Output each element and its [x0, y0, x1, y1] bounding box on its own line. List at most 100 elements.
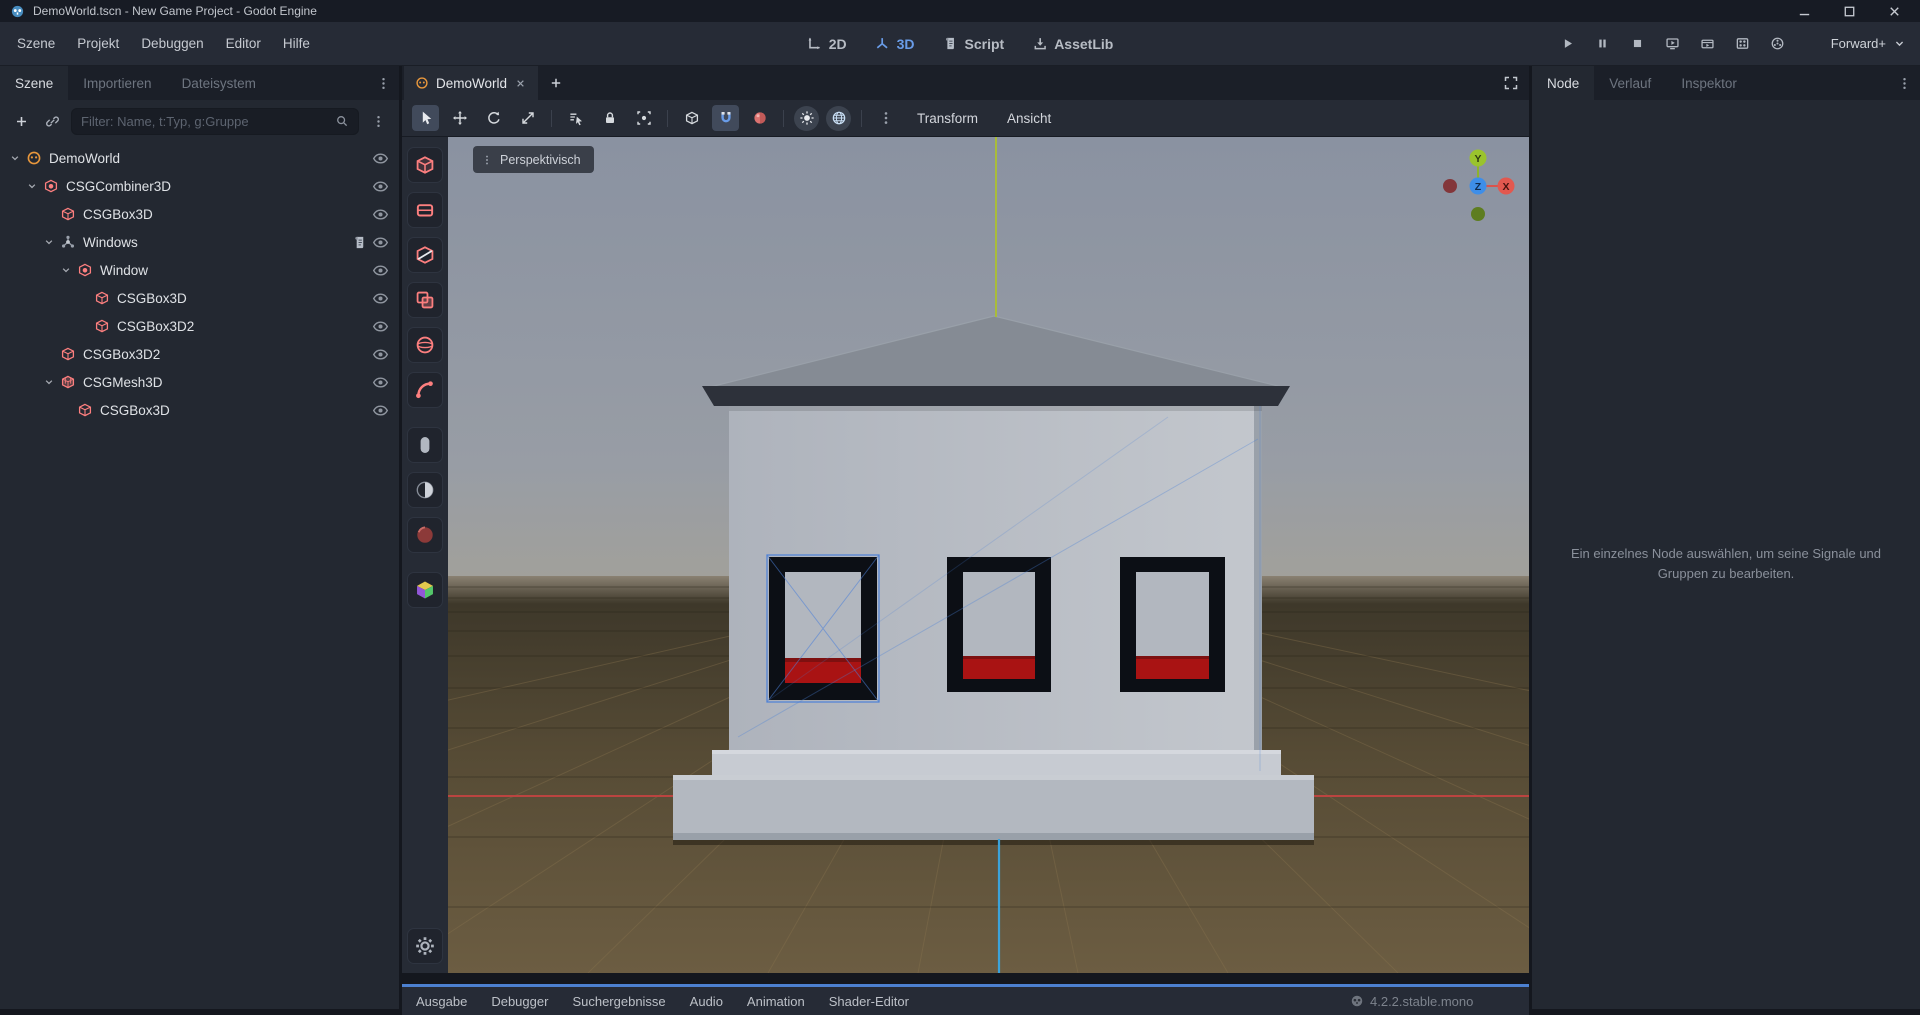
visibility-toggle[interactable] [372, 318, 389, 335]
instance-scene-button[interactable] [40, 109, 64, 133]
list-select-tool[interactable] [562, 105, 589, 131]
material-preview-tool[interactable] [407, 572, 443, 608]
csg-subtract-tool[interactable] [407, 237, 443, 273]
scene-tab-demoworld[interactable]: DemoWorld [404, 66, 538, 100]
visibility-toggle[interactable] [372, 262, 389, 279]
bottom-panel-shader-editor[interactable]: Shader-Editor [817, 994, 921, 1009]
add-node-button[interactable] [9, 109, 33, 133]
visibility-toggle[interactable] [372, 178, 389, 195]
tree-expand-arrow[interactable] [25, 180, 38, 192]
pause-button[interactable] [1591, 33, 1613, 55]
workspace-3d[interactable]: 3D [875, 36, 915, 52]
right-dock-tab-verlauf[interactable]: Verlauf [1594, 66, 1666, 100]
tree-expand-arrow[interactable] [8, 152, 21, 164]
viewport-settings-button[interactable] [407, 928, 443, 964]
visibility-toggle[interactable] [372, 346, 389, 363]
tree-row-csgbox3d2[interactable]: CSGBox3D2 [0, 312, 399, 340]
tree-row-csgbox3d[interactable]: CSGBox3D [0, 396, 399, 424]
workspace-2d[interactable]: 2D [807, 36, 847, 52]
group-selected-button[interactable] [630, 105, 657, 131]
menu-hilfe[interactable]: Hilfe [272, 30, 321, 57]
close-window-button[interactable] [1887, 4, 1902, 19]
viewport-menu-transform[interactable]: Transform [906, 106, 989, 131]
minimize-button[interactable] [1797, 4, 1812, 19]
script-icon[interactable] [352, 235, 367, 250]
viewport-menu-ansicht[interactable]: Ansicht [996, 106, 1062, 131]
rotate-tool[interactable] [480, 105, 507, 131]
tree-expand-arrow[interactable] [42, 236, 55, 248]
menu-editor[interactable]: Editor [215, 30, 272, 57]
scene-filter-input[interactable]: Filter: Name, t:Typ, g:Gruppe [71, 108, 359, 135]
csg-combine-tool[interactable] [407, 282, 443, 318]
bottom-panel-audio[interactable]: Audio [678, 994, 735, 1009]
left-dock-menu[interactable] [376, 66, 399, 100]
csg-sphere-tool[interactable] [407, 327, 443, 363]
tree-row-csgbox3d[interactable]: CSGBox3D [0, 284, 399, 312]
right-dock-menu[interactable] [1897, 66, 1920, 100]
tree-row-csgmesh3d[interactable]: CSGMesh3D [0, 368, 399, 396]
maximize-button[interactable] [1842, 4, 1857, 19]
lock-selected-button[interactable] [596, 105, 623, 131]
preview-sun-toggle[interactable] [794, 106, 819, 131]
left-dock-tab-dateisystem[interactable]: Dateisystem [167, 66, 271, 100]
snap-toggle[interactable] [712, 105, 739, 131]
viewport-canvas[interactable]: Y Z X [448, 137, 1529, 973]
csg-mesh-icon [60, 374, 76, 390]
play-button[interactable] [1556, 33, 1578, 55]
capsule-tool[interactable] [407, 427, 443, 463]
tree-expand-arrow[interactable] [42, 376, 55, 388]
left-dock-tab-importieren[interactable]: Importieren [68, 66, 166, 100]
visibility-toggle[interactable] [372, 402, 389, 419]
scale-tool[interactable] [514, 105, 541, 131]
sphere-tool[interactable] [407, 517, 443, 553]
movie-maker-button[interactable] [1731, 33, 1753, 55]
csg-panel-tool[interactable] [407, 192, 443, 228]
perspective-menu[interactable]: Perspektivisch [473, 146, 594, 173]
tree-row-demoworld[interactable]: DemoWorld [0, 144, 399, 172]
visibility-toggle[interactable] [372, 150, 389, 167]
menu-debuggen[interactable]: Debuggen [130, 30, 214, 57]
renderer-dropdown[interactable]: Forward+ [1825, 32, 1912, 55]
close-tab-icon[interactable] [514, 77, 527, 90]
menu-szene[interactable]: Szene [6, 30, 66, 57]
csg-box-tool[interactable] [407, 147, 443, 183]
visibility-toggle[interactable] [372, 234, 389, 251]
csg-curve-tool[interactable] [407, 372, 443, 408]
visibility-toggle[interactable] [372, 206, 389, 223]
new-scene-tab-button[interactable] [538, 66, 574, 100]
expand-viewport-button[interactable] [1503, 66, 1529, 100]
preview-environment-toggle[interactable] [826, 106, 851, 131]
play-custom-scene-button[interactable] [1696, 33, 1718, 55]
stop-button[interactable] [1626, 33, 1648, 55]
movie-writer-button[interactable] [1766, 33, 1788, 55]
select-tool[interactable] [412, 105, 439, 131]
move-tool[interactable] [446, 105, 473, 131]
visibility-toggle[interactable] [372, 290, 389, 307]
bottom-panel-debugger[interactable]: Debugger [479, 994, 560, 1009]
tree-row-csgbox3d2[interactable]: CSGBox3D2 [0, 340, 399, 368]
preview-material-toggle[interactable] [746, 105, 773, 131]
right-dock-tab-node[interactable]: Node [1532, 66, 1594, 100]
version-info[interactable]: 4.2.2.stable.mono [1350, 994, 1473, 1009]
right-dock-tab-inspektor[interactable]: Inspektor [1666, 66, 1752, 100]
visibility-toggle[interactable] [372, 374, 389, 391]
tree-row-window[interactable]: Window [0, 256, 399, 284]
menu-projekt[interactable]: Projekt [66, 30, 130, 57]
left-dock-tab-szene[interactable]: Szene [0, 66, 68, 100]
viewport-3d[interactable]: Y Z X Perspektivisch [448, 137, 1529, 973]
tree-row-windows[interactable]: Windows [0, 228, 399, 256]
bottom-panel-suchergebnisse[interactable]: Suchergebnisse [560, 994, 677, 1009]
csg-box-icon [94, 290, 110, 306]
scene-tree-menu[interactable] [366, 109, 390, 133]
workspace-script[interactable]: Script [943, 36, 1005, 52]
play-scene-button[interactable] [1661, 33, 1683, 55]
local-space-toggle[interactable] [678, 105, 705, 131]
bottom-panel-ausgabe[interactable]: Ausgabe [404, 994, 479, 1009]
viewport-options-menu[interactable] [872, 105, 899, 131]
workspace-assetlib[interactable]: AssetLib [1032, 36, 1113, 52]
contrast-toggle[interactable] [407, 472, 443, 508]
bottom-panel-animation[interactable]: Animation [735, 994, 817, 1009]
tree-row-csgcombiner3d[interactable]: CSGCombiner3D [0, 172, 399, 200]
tree-expand-arrow[interactable] [59, 264, 72, 276]
tree-row-csgbox3d[interactable]: CSGBox3D [0, 200, 399, 228]
